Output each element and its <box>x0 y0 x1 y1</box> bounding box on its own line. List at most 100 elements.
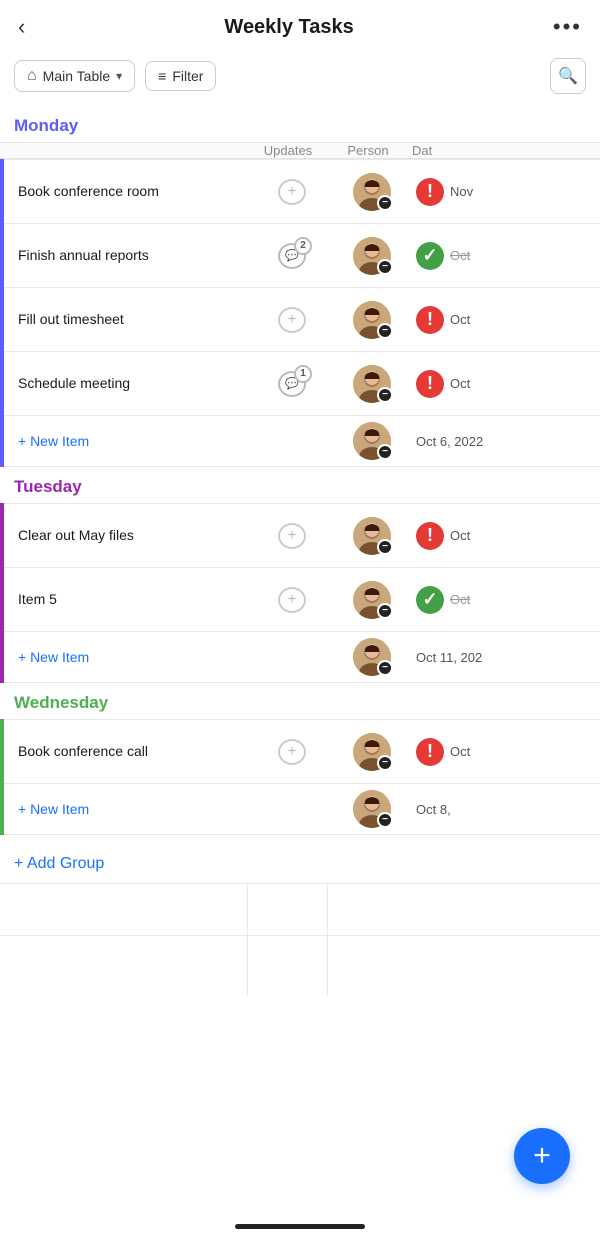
task-updates-cell[interactable]: 💬 1 <box>252 368 332 400</box>
filter-button[interactable]: ≡ Filter <box>145 61 216 91</box>
date-text: Oct <box>450 592 470 607</box>
chat-bubble: 💬 1 <box>278 371 306 397</box>
column-headers: Updates Person Dat <box>0 142 600 159</box>
group-header-wednesday: Wednesday <box>0 683 600 719</box>
task-person-cell[interactable]: − <box>332 301 412 339</box>
chat-icon: + <box>276 736 308 768</box>
task-updates-cell[interactable]: + <box>252 736 332 768</box>
toolbar: ⌂ Main Table ▾ ≡ Filter 🔍 <box>0 50 600 106</box>
table-row: Book conference room + <box>4 159 600 223</box>
task-date-cell: ! Oct <box>412 370 600 398</box>
col-person-header: Person <box>328 143 408 158</box>
new-item-person-monday: − <box>332 422 412 460</box>
task-person-cell[interactable]: − <box>332 517 412 555</box>
page-title: Weekly Tasks <box>224 16 353 39</box>
chat-icon: 💬 1 <box>276 368 308 400</box>
status-icon-green: ✓ <box>416 586 444 614</box>
add-group-button[interactable]: + Add Group <box>14 855 104 872</box>
avatar-minus-badge: − <box>377 387 393 403</box>
task-name: Clear out May files <box>4 516 252 554</box>
date-text: Nov <box>450 184 473 199</box>
chat-bubble: + <box>278 523 306 549</box>
fab-add-button[interactable]: + <box>514 1128 570 1184</box>
avatar-wrap: − <box>353 301 391 339</box>
new-item-person-wednesday: − <box>332 790 412 828</box>
main-table: Monday Updates Person Dat Book conferenc… <box>0 106 600 995</box>
task-person-cell[interactable]: − <box>332 365 412 403</box>
status-icon-red: ! <box>416 306 444 334</box>
status-icon-red: ! <box>416 738 444 766</box>
table-row: Clear out May files + <box>4 503 600 567</box>
more-button[interactable]: ••• <box>553 14 582 40</box>
new-item-row-monday: + New Item − Oct 6, 20 <box>4 415 600 467</box>
empty-row-area-2 <box>0 935 600 995</box>
search-button[interactable]: 🔍 <box>550 58 586 94</box>
group-header-monday: Monday <box>0 106 600 142</box>
filter-icon: ≡ <box>158 68 166 84</box>
new-item-person-tuesday: − <box>332 638 412 676</box>
avatar-wrap: − <box>353 638 391 676</box>
add-group-section: + Add Group <box>0 835 600 883</box>
group-label-wednesday: Wednesday <box>14 693 108 713</box>
date-text: Oct <box>450 248 470 263</box>
table-label: Main Table <box>43 68 110 84</box>
avatar-minus-badge: − <box>377 812 393 828</box>
chat-bubble: 💬 2 <box>278 243 306 269</box>
task-updates-cell[interactable]: + <box>252 584 332 616</box>
avatar-minus-badge: − <box>377 195 393 211</box>
back-button[interactable]: ‹ <box>18 14 25 40</box>
new-item-row-wednesday: + New Item − Oct 8, <box>4 783 600 835</box>
home-icon: ⌂ <box>27 67 37 85</box>
col-date-header: Dat <box>408 143 600 158</box>
avatar-wrap: − <box>353 173 391 211</box>
task-date-cell: ! Nov <box>412 178 600 206</box>
table-selector-button[interactable]: ⌂ Main Table ▾ <box>14 60 135 92</box>
task-person-cell[interactable]: − <box>332 173 412 211</box>
group-table-wednesday: Book conference call + <box>0 719 600 835</box>
empty-row-area <box>0 883 600 935</box>
table-row: Book conference call + <box>4 719 600 783</box>
date-text: Oct <box>450 528 470 543</box>
task-person-cell[interactable]: − <box>332 733 412 771</box>
table-row: Fill out timesheet + <box>4 287 600 351</box>
task-updates-cell[interactable]: + <box>252 304 332 336</box>
task-person-cell[interactable]: − <box>332 581 412 619</box>
status-icon-red: ! <box>416 522 444 550</box>
avatar-minus-badge: − <box>377 259 393 275</box>
task-name: Fill out timesheet <box>4 300 252 338</box>
task-date-cell: ! Oct <box>412 306 600 334</box>
avatar-wrap: − <box>353 237 391 275</box>
task-date-cell: ✓ Oct <box>412 586 600 614</box>
avatar-minus-badge: − <box>377 755 393 771</box>
new-item-button-monday[interactable]: + New Item <box>4 423 252 459</box>
chat-icon: + <box>276 304 308 336</box>
group-table-tuesday: Clear out May files + <box>0 503 600 683</box>
app-header: ‹ Weekly Tasks ••• <box>0 0 600 50</box>
avatar-minus-badge: − <box>377 660 393 676</box>
avatar-wrap: − <box>353 790 391 828</box>
table-row: Finish annual reports 💬 2 <box>4 223 600 287</box>
task-updates-cell[interactable]: + <box>252 520 332 552</box>
task-name: Book conference call <box>4 732 252 770</box>
task-updates-cell[interactable]: + <box>252 176 332 208</box>
task-date-cell: ✓ Oct <box>412 242 600 270</box>
fab-plus-icon: + <box>533 1141 551 1171</box>
task-updates-cell[interactable]: 💬 2 <box>252 240 332 272</box>
task-name: Book conference room <box>4 172 252 210</box>
new-item-button-wednesday[interactable]: + New Item <box>4 791 252 827</box>
avatar-wrap: − <box>353 517 391 555</box>
chevron-down-icon: ▾ <box>116 69 122 83</box>
filter-label: Filter <box>172 68 203 84</box>
col-updates-header: Updates <box>248 143 328 158</box>
chat-icon: 💬 2 <box>276 240 308 272</box>
avatar-wrap: − <box>353 733 391 771</box>
avatar-minus-badge: − <box>377 539 393 555</box>
group-header-tuesday: Tuesday <box>0 467 600 503</box>
status-icon-red: ! <box>416 370 444 398</box>
task-person-cell[interactable]: − <box>332 237 412 275</box>
search-icon: 🔍 <box>558 66 578 86</box>
new-item-button-tuesday[interactable]: + New Item <box>4 639 252 675</box>
chat-icon: + <box>276 584 308 616</box>
avatar-minus-badge: − <box>377 444 393 460</box>
task-name: Item 5 <box>4 580 252 618</box>
